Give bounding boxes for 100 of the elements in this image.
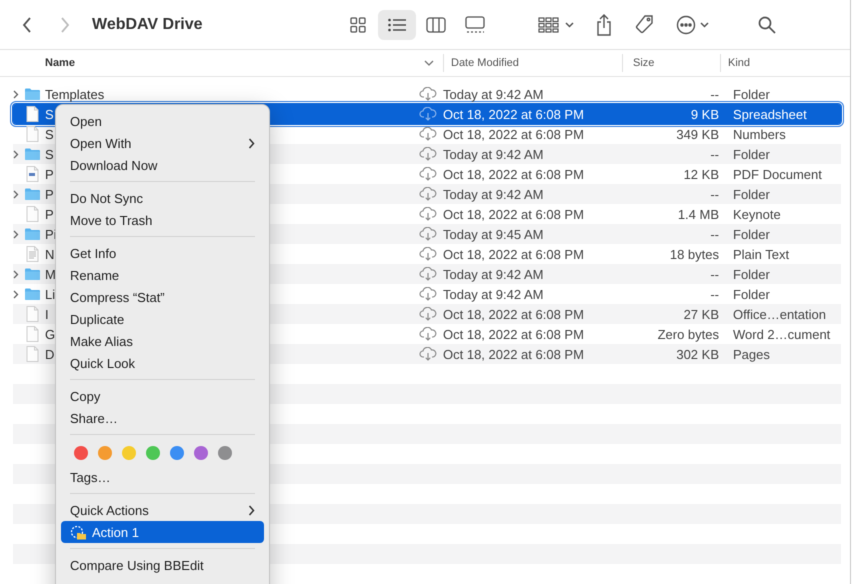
menu-item[interactable]: Tags… [61, 466, 264, 488]
size-cell-text: 1.4 MB [676, 206, 719, 222]
date-cell-text: Today at 9:42 AM [443, 186, 544, 202]
document-icon [26, 346, 39, 362]
document-icon [26, 126, 39, 142]
menu-item[interactable]: Rename [61, 264, 264, 286]
menu-item[interactable]: Get Info [61, 242, 264, 264]
column-header[interactable]: Name [0, 54, 443, 72]
share-icon[interactable] [596, 14, 612, 36]
tag-color-dot[interactable] [194, 446, 208, 460]
menu-item[interactable]: Quick Actions [61, 499, 264, 521]
cloud-download-icon[interactable] [419, 107, 437, 121]
tag-color-dot[interactable] [170, 446, 184, 460]
cloud-download-icon[interactable] [419, 207, 437, 221]
size-cell-text: 349 KB [675, 126, 719, 142]
cloud-download-icon[interactable] [419, 147, 437, 161]
group-icon[interactable] [538, 16, 574, 32]
tag-color-dot[interactable] [146, 446, 160, 460]
document-icon [26, 306, 39, 322]
folder-icon [24, 87, 41, 101]
disclosure-icon[interactable] [13, 290, 19, 298]
tag-icon[interactable] [634, 14, 654, 34]
cloud-download-icon[interactable] [419, 167, 437, 181]
date-cell-text: Oct 18, 2022 at 6:08 PM [443, 206, 585, 222]
column-header[interactable]: Date Modified [443, 54, 622, 72]
folder-icon [24, 187, 41, 201]
disclosure-icon[interactable] [13, 90, 19, 98]
disclosure-icon[interactable] [13, 270, 19, 278]
menu-item[interactable]: Quick Look [61, 352, 264, 374]
tag-color-dot[interactable] [74, 446, 88, 460]
tag-color-dot[interactable] [218, 446, 232, 460]
file-name[interactable]: Templates [45, 86, 104, 102]
menu-item[interactable]: Open [61, 110, 264, 132]
cloud-download-icon[interactable] [419, 127, 437, 141]
cloud-download-icon[interactable] [419, 347, 437, 361]
cloud-download-icon[interactable] [419, 247, 437, 261]
date-cell-text: Today at 9:42 AM [443, 286, 544, 302]
menu-item[interactable]: Make Alias [61, 330, 264, 352]
menu-item[interactable]: Move to Trash [61, 209, 264, 231]
document-icon [26, 106, 39, 122]
menu-item[interactable]: Duplicate [61, 308, 264, 330]
file-name[interactable]: S [45, 126, 54, 142]
disclosure-icon[interactable] [13, 230, 19, 238]
document-icon [26, 166, 39, 182]
kind-cell-text: Keynote [732, 206, 781, 222]
size-cell-text: 12 KB [682, 166, 719, 182]
menu-item[interactable]: Copy [61, 385, 264, 407]
file-name[interactable]: P [45, 166, 54, 182]
file-name[interactable]: P [45, 186, 54, 202]
folder-icon [24, 287, 41, 301]
cloud-download-icon[interactable] [419, 307, 437, 321]
file-name[interactable]: M [45, 266, 56, 282]
kind-cell-text: Spreadsheet [732, 106, 807, 122]
menu-item[interactable]: Compare Using BBEdit [61, 554, 264, 576]
menu-item[interactable]: Compress “Stat” [61, 286, 264, 308]
document-icon [26, 246, 39, 262]
file-name[interactable]: G [45, 326, 56, 342]
column-header[interactable]: Size [622, 54, 720, 72]
submenu-chevron-icon [248, 138, 255, 148]
tag-color-dot[interactable] [122, 446, 136, 460]
cloud-download-icon[interactable] [419, 187, 437, 201]
list-view-button[interactable] [378, 10, 416, 40]
file-name[interactable]: S [45, 146, 54, 162]
cloud-download-icon[interactable] [419, 87, 437, 101]
folder-icon [24, 227, 41, 241]
date-cell-text: Oct 18, 2022 at 6:08 PM [443, 306, 585, 322]
grid-icon [348, 16, 367, 34]
file-name[interactable]: D [45, 346, 54, 362]
menu-item[interactable]: Share… [61, 407, 264, 429]
more-icon[interactable] [676, 14, 710, 34]
document-icon [26, 326, 39, 342]
columns-icon [426, 16, 446, 32]
file-name[interactable]: N [45, 246, 54, 262]
menu-item[interactable]: Download Now [61, 154, 264, 176]
list-icon [386, 16, 407, 32]
date-cell-text: Today at 9:42 AM [443, 266, 544, 282]
kind-cell-text: Folder [732, 226, 770, 242]
kind-cell-text: Folder [732, 266, 770, 282]
size-cell-text: 27 KB [682, 306, 719, 322]
column-header[interactable]: Kind [720, 54, 750, 72]
kind-cell-text: Folder [732, 146, 770, 162]
disclosure-icon[interactable] [13, 190, 19, 198]
kind-cell-text: Office…entation [732, 306, 826, 322]
cloud-download-icon[interactable] [419, 327, 437, 341]
cloud-download-icon[interactable] [419, 267, 437, 281]
cloud-download-icon[interactable] [419, 287, 437, 301]
tag-color-dot[interactable] [98, 446, 112, 460]
cloud-download-icon[interactable] [419, 227, 437, 241]
file-name[interactable]: I [45, 306, 49, 322]
menu-item[interactable]: Open With [61, 132, 264, 154]
menu-item[interactable]: Do Not Sync [61, 187, 264, 209]
file-name[interactable]: Li [45, 286, 56, 302]
file-name[interactable]: P [45, 206, 54, 222]
kind-cell-text: Word 2…cument [732, 326, 830, 342]
file-name[interactable]: S [45, 106, 54, 122]
menu-item[interactable]: Action 1 [61, 521, 264, 543]
search-icon[interactable] [758, 16, 776, 34]
disclosure-icon[interactable] [13, 150, 19, 158]
gear-folder-icon [70, 524, 87, 540]
size-cell-text: -- [709, 86, 719, 102]
